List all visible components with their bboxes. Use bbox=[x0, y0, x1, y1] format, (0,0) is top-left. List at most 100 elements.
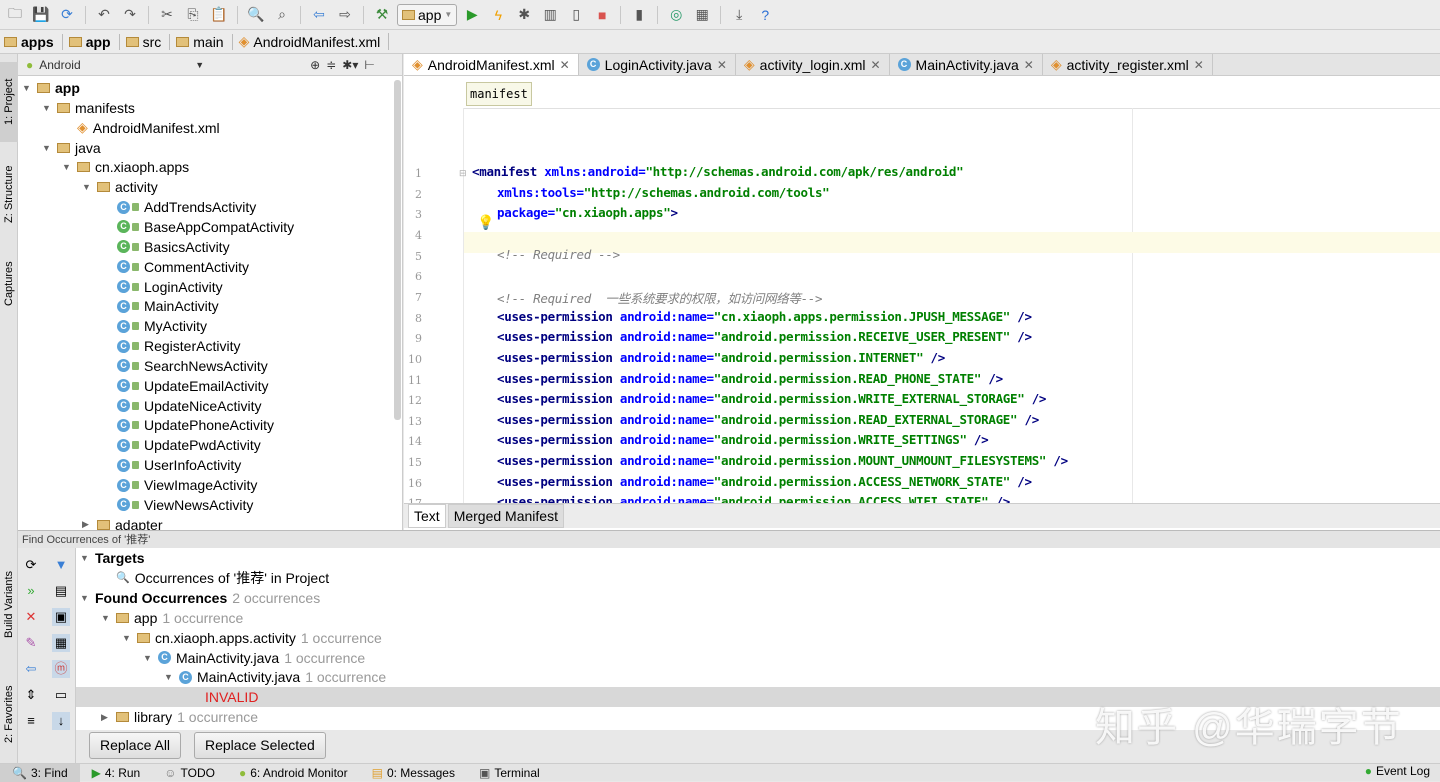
chevron-down-icon[interactable]: ▼ bbox=[82, 182, 92, 192]
tree-item[interactable]: CRegisterActivity bbox=[102, 336, 240, 356]
code-line[interactable]: <uses-permission android:name="android.p… bbox=[497, 329, 1032, 344]
chevron-down-icon[interactable]: ▼ bbox=[164, 672, 174, 682]
run-config-select[interactable]: app▼ bbox=[397, 4, 457, 26]
close-tab-icon[interactable]: ✕ bbox=[560, 58, 570, 72]
editor-bottom-tab[interactable]: Merged Manifest bbox=[448, 504, 564, 528]
tree-item[interactable]: CUpdatePhoneActivity bbox=[102, 415, 274, 435]
editor-tab[interactable]: ◈activity_register.xml✕ bbox=[1043, 54, 1213, 75]
code-line[interactable]: <uses-permission android:name="android.p… bbox=[497, 432, 988, 447]
tree-item[interactable]: CMyActivity bbox=[102, 316, 207, 336]
tab-structure[interactable]: Z: Structure bbox=[0, 154, 18, 234]
code-line[interactable]: <!-- Required 一些系统要求的权限，如访问网络等--> bbox=[497, 288, 822, 307]
replace-all-button[interactable]: Replace All bbox=[89, 732, 181, 759]
code-line[interactable]: xmlns:tools="http://schemas.android.com/… bbox=[497, 185, 829, 200]
group-by-module-icon[interactable]: ▣ bbox=[52, 608, 70, 626]
tab-build-variants[interactable]: Build Variants bbox=[0, 559, 18, 649]
find-result-row[interactable]: 🔍Occurrences of '推荐' in Project bbox=[101, 568, 329, 588]
replace-icon[interactable]: ⌕ bbox=[271, 4, 293, 26]
tree-item[interactable]: CUpdateNiceActivity bbox=[102, 396, 262, 416]
tool-window-todo[interactable]: ☺TODO bbox=[152, 766, 227, 780]
copy-icon[interactable]: ⎘ bbox=[182, 4, 204, 26]
replace-selected-button[interactable]: Replace Selected bbox=[194, 732, 326, 759]
breadcrumb-item[interactable]: src bbox=[126, 34, 171, 50]
close-tab-icon[interactable]: ✕ bbox=[1194, 58, 1204, 72]
group-by-method-icon[interactable]: ⓜ bbox=[52, 660, 70, 678]
close-tab-icon[interactable]: ✕ bbox=[1024, 58, 1034, 72]
code-line[interactable]: <uses-permission android:name="android.p… bbox=[497, 453, 1068, 468]
close-tab-icon[interactable]: ✕ bbox=[870, 58, 880, 72]
find-result-row[interactable]: ▼CMainActivity.java1 occurrence bbox=[164, 667, 386, 687]
collapse-all-icon[interactable]: ≑ bbox=[326, 58, 336, 72]
cut-icon[interactable]: ✂ bbox=[156, 4, 178, 26]
tab-project[interactable]: 1: Project bbox=[0, 62, 18, 142]
tab-favorites[interactable]: 2: Favorites bbox=[0, 674, 18, 754]
save-icon[interactable]: 💾 bbox=[30, 4, 52, 26]
lightbulb-icon[interactable]: 💡 bbox=[477, 214, 494, 231]
expand-all-icon[interactable]: » bbox=[22, 582, 40, 600]
expand-icon[interactable]: ⇕ bbox=[22, 686, 40, 704]
apply-changes-icon[interactable]: ϟ bbox=[487, 4, 509, 26]
hide-panel-icon[interactable]: ⊢ bbox=[364, 58, 374, 72]
previous-occurrence-icon[interactable]: ⇦ bbox=[22, 660, 40, 678]
code-line[interactable]: <uses-permission android:name="android.p… bbox=[497, 371, 1003, 386]
gear-icon[interactable]: ✱▾ bbox=[342, 58, 358, 72]
chevron-down-icon[interactable]: ▼ bbox=[122, 633, 132, 643]
tree-item[interactable]: CLoginActivity bbox=[102, 277, 223, 297]
chevron-down-icon[interactable]: ▼ bbox=[80, 553, 90, 563]
code-line[interactable]: <manifest xmlns:android="http://schemas.… bbox=[472, 164, 963, 179]
breadcrumb-item[interactable]: apps bbox=[4, 34, 63, 50]
sync-gradle-icon[interactable]: ◎ bbox=[665, 4, 687, 26]
chevron-right-icon[interactable]: ▶ bbox=[82, 519, 92, 530]
tree-item[interactable]: CAddTrendsActivity bbox=[102, 197, 256, 217]
attach-debugger-icon[interactable]: ▯ bbox=[565, 4, 587, 26]
breadcrumb-item[interactable]: app bbox=[69, 34, 120, 50]
tree-item[interactable]: CBasicsActivity bbox=[102, 237, 230, 257]
tree-item[interactable]: CMainActivity bbox=[102, 296, 219, 316]
preview-icon[interactable]: ▭ bbox=[52, 686, 70, 704]
sort-icon[interactable]: ↓ bbox=[52, 712, 70, 730]
debug-icon[interactable]: ✱ bbox=[513, 4, 535, 26]
code-line[interactable]: <uses-permission android:name="android.p… bbox=[497, 391, 1046, 406]
chevron-down-icon[interactable]: ▼ bbox=[101, 613, 111, 623]
tool-window-androidmonitor[interactable]: ●6: Android Monitor bbox=[227, 766, 360, 780]
tool-window-messages[interactable]: ▤0: Messages bbox=[360, 766, 467, 780]
collapse-icon[interactable]: ≡ bbox=[22, 712, 40, 730]
tab-captures[interactable]: Captures bbox=[0, 254, 18, 314]
tree-item[interactable]: ▼cn.xiaoph.apps bbox=[62, 157, 189, 177]
tree-item[interactable]: CViewNewsActivity bbox=[102, 495, 253, 515]
breadcrumb-item[interactable]: ◈AndroidManifest.xml bbox=[239, 33, 390, 50]
chevron-right-icon[interactable]: ▶ bbox=[101, 712, 111, 723]
editor-bottom-tab[interactable]: Text bbox=[408, 504, 446, 528]
forward-icon[interactable]: ⇨ bbox=[334, 4, 356, 26]
filter-icon[interactable]: ▼ bbox=[52, 556, 70, 574]
tree-item[interactable]: ◈AndroidManifest.xml bbox=[62, 118, 220, 138]
tree-item[interactable]: CViewImageActivity bbox=[102, 475, 257, 495]
code-line[interactable]: <uses-permission android:name="android.p… bbox=[497, 412, 1039, 427]
code-line[interactable]: <uses-permission android:name="android.p… bbox=[497, 350, 945, 365]
editor-tab[interactable]: ◈activity_login.xml✕ bbox=[736, 54, 890, 75]
paste-icon[interactable]: 📋 bbox=[208, 4, 230, 26]
avd-manager-icon[interactable]: ▮ bbox=[628, 4, 650, 26]
run-icon[interactable]: ▶ bbox=[461, 4, 483, 26]
scrollbar[interactable] bbox=[394, 80, 401, 420]
tree-item[interactable]: CUserInfoActivity bbox=[102, 455, 241, 475]
project-structure-icon[interactable]: ▦ bbox=[691, 4, 713, 26]
event-log-button[interactable]: ●Event Log bbox=[1365, 764, 1430, 778]
chevron-down-icon[interactable]: ▼ bbox=[80, 593, 90, 603]
project-view-select[interactable]: Android bbox=[39, 58, 189, 72]
tool-window-terminal[interactable]: ▣Terminal bbox=[467, 766, 552, 780]
find-result-row[interactable]: ▶library1 occurrence bbox=[101, 707, 258, 727]
chevron-down-icon[interactable]: ▼ bbox=[42, 143, 52, 153]
open-icon[interactable]: 🗀 bbox=[4, 4, 26, 26]
tool-window-run[interactable]: ▶4: Run bbox=[80, 766, 153, 780]
profile-icon[interactable]: ▥ bbox=[539, 4, 561, 26]
code-line[interactable]: <uses-permission android:name="cn.xiaoph… bbox=[497, 309, 1032, 324]
close-icon[interactable]: ✕ bbox=[22, 608, 40, 626]
code-line[interactable]: <uses-permission android:name="android.p… bbox=[497, 474, 1032, 489]
stop-icon[interactable]: ■ bbox=[591, 4, 613, 26]
build-icon[interactable]: ⚒ bbox=[371, 4, 393, 26]
rerun-icon[interactable]: ⟳ bbox=[22, 556, 40, 574]
chevron-down-icon[interactable]: ▼ bbox=[143, 653, 153, 663]
xml-breadcrumb-tag[interactable]: manifest bbox=[466, 82, 532, 106]
tree-item[interactable]: CUpdatePwdActivity bbox=[102, 435, 261, 455]
